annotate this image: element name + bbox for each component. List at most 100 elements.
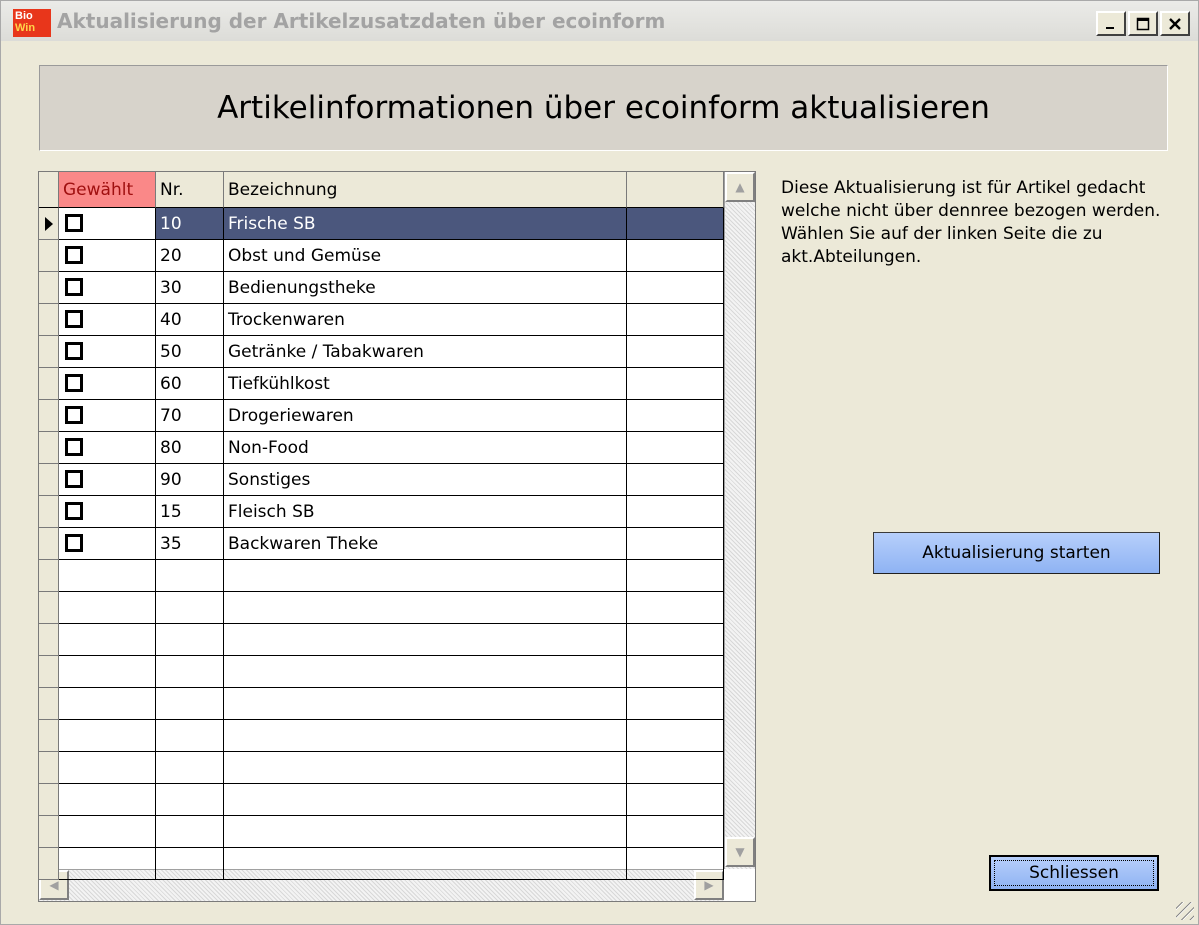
table-row[interactable]: 90 Sonstiges bbox=[59, 464, 724, 496]
cell-extra[interactable] bbox=[627, 848, 724, 880]
gewaehlt-checkbox[interactable] bbox=[65, 374, 83, 392]
cell-extra[interactable] bbox=[627, 368, 724, 400]
table-row[interactable]: 50 Getränke / Tabakwaren bbox=[59, 336, 724, 368]
cell-gewaehlt[interactable] bbox=[59, 560, 156, 592]
row-selector[interactable] bbox=[39, 432, 59, 464]
cell-bezeichnung[interactable]: Bedienungstheke bbox=[224, 272, 627, 304]
gewaehlt-checkbox[interactable] bbox=[65, 502, 83, 520]
empty-table-row[interactable] bbox=[59, 656, 724, 688]
department-grid[interactable]: Gewählt Nr. Bezeichnung ▲ ▼ ◀ ▶ 10 Frisch… bbox=[38, 171, 756, 902]
row-selector[interactable] bbox=[39, 304, 59, 336]
gewaehlt-checkbox[interactable] bbox=[65, 214, 83, 232]
cell-bezeichnung[interactable] bbox=[224, 848, 627, 880]
cell-bezeichnung[interactable] bbox=[224, 816, 627, 848]
cell-gewaehlt[interactable] bbox=[59, 240, 156, 272]
cell-gewaehlt[interactable] bbox=[59, 816, 156, 848]
gewaehlt-checkbox[interactable] bbox=[65, 310, 83, 328]
row-selector[interactable] bbox=[39, 688, 59, 720]
cell-gewaehlt[interactable] bbox=[59, 720, 156, 752]
cell-nr[interactable]: 15 bbox=[156, 496, 224, 528]
cell-nr[interactable]: 35 bbox=[156, 528, 224, 560]
cell-nr[interactable] bbox=[156, 560, 224, 592]
cell-nr[interactable] bbox=[156, 784, 224, 816]
cell-extra[interactable] bbox=[627, 752, 724, 784]
cell-bezeichnung[interactable] bbox=[224, 784, 627, 816]
cell-bezeichnung[interactable] bbox=[224, 752, 627, 784]
cell-nr[interactable] bbox=[156, 752, 224, 784]
row-selector[interactable] bbox=[39, 240, 59, 272]
empty-table-row[interactable] bbox=[59, 624, 724, 656]
cell-bezeichnung[interactable] bbox=[224, 688, 627, 720]
gewaehlt-checkbox[interactable] bbox=[65, 278, 83, 296]
cell-bezeichnung[interactable]: Backwaren Theke bbox=[224, 528, 627, 560]
gewaehlt-checkbox[interactable] bbox=[65, 342, 83, 360]
table-row[interactable]: 60 Tiefkühlkost bbox=[59, 368, 724, 400]
cell-gewaehlt[interactable] bbox=[59, 304, 156, 336]
row-selector[interactable] bbox=[39, 400, 59, 432]
cell-bezeichnung[interactable]: Getränke / Tabakwaren bbox=[224, 336, 627, 368]
cell-nr[interactable] bbox=[156, 816, 224, 848]
cell-nr[interactable]: 10 bbox=[156, 208, 224, 240]
cell-gewaehlt[interactable] bbox=[59, 752, 156, 784]
cell-nr[interactable]: 30 bbox=[156, 272, 224, 304]
row-selector[interactable] bbox=[39, 816, 59, 848]
cell-bezeichnung[interactable]: Fleisch SB bbox=[224, 496, 627, 528]
scroll-up-button[interactable]: ▲ bbox=[725, 172, 755, 202]
cell-gewaehlt[interactable] bbox=[59, 432, 156, 464]
cell-extra[interactable] bbox=[627, 688, 724, 720]
cell-bezeichnung[interactable]: Tiefkühlkost bbox=[224, 368, 627, 400]
cell-nr[interactable]: 50 bbox=[156, 336, 224, 368]
minimize-button[interactable] bbox=[1096, 11, 1126, 36]
cell-gewaehlt[interactable] bbox=[59, 464, 156, 496]
table-row[interactable]: 70 Drogeriewaren bbox=[59, 400, 724, 432]
empty-table-row[interactable] bbox=[59, 592, 724, 624]
column-header-nr[interactable]: Nr. bbox=[156, 172, 224, 208]
cell-bezeichnung[interactable]: Sonstiges bbox=[224, 464, 627, 496]
gewaehlt-checkbox[interactable] bbox=[65, 246, 83, 264]
empty-table-row[interactable] bbox=[59, 720, 724, 752]
cell-extra[interactable] bbox=[627, 272, 724, 304]
table-row[interactable]: 30 Bedienungstheke bbox=[59, 272, 724, 304]
cell-extra[interactable] bbox=[627, 400, 724, 432]
scroll-down-button[interactable]: ▼ bbox=[725, 837, 755, 867]
cell-bezeichnung[interactable]: Frische SB bbox=[224, 208, 627, 240]
resize-grip-icon[interactable] bbox=[1176, 902, 1194, 920]
row-selector[interactable] bbox=[39, 752, 59, 784]
cell-nr[interactable]: 60 bbox=[156, 368, 224, 400]
cell-extra[interactable] bbox=[627, 560, 724, 592]
cell-bezeichnung[interactable] bbox=[224, 720, 627, 752]
empty-table-row[interactable] bbox=[59, 784, 724, 816]
cell-gewaehlt[interactable] bbox=[59, 592, 156, 624]
cell-gewaehlt[interactable] bbox=[59, 400, 156, 432]
cell-bezeichnung[interactable] bbox=[224, 624, 627, 656]
cell-bezeichnung[interactable] bbox=[224, 592, 627, 624]
column-header-gewaehlt[interactable]: Gewählt bbox=[59, 172, 156, 208]
row-selector[interactable] bbox=[39, 624, 59, 656]
cell-gewaehlt[interactable] bbox=[59, 336, 156, 368]
cell-gewaehlt[interactable] bbox=[59, 368, 156, 400]
gewaehlt-checkbox[interactable] bbox=[65, 534, 83, 552]
column-header-empty[interactable] bbox=[627, 172, 724, 208]
cell-gewaehlt[interactable] bbox=[59, 848, 156, 880]
cell-extra[interactable] bbox=[627, 528, 724, 560]
cell-gewaehlt[interactable] bbox=[59, 528, 156, 560]
cell-extra[interactable] bbox=[627, 304, 724, 336]
cell-gewaehlt[interactable] bbox=[59, 656, 156, 688]
row-selector[interactable] bbox=[39, 272, 59, 304]
cell-bezeichnung[interactable] bbox=[224, 656, 627, 688]
cell-gewaehlt[interactable] bbox=[59, 688, 156, 720]
empty-table-row[interactable] bbox=[59, 688, 724, 720]
row-selector[interactable] bbox=[39, 368, 59, 400]
table-row[interactable]: 35 Backwaren Theke bbox=[59, 528, 724, 560]
cell-nr[interactable] bbox=[156, 720, 224, 752]
cell-gewaehlt[interactable] bbox=[59, 784, 156, 816]
cell-nr[interactable] bbox=[156, 624, 224, 656]
close-window-button[interactable]: Schliessen bbox=[989, 855, 1159, 891]
cell-extra[interactable] bbox=[627, 784, 724, 816]
cell-bezeichnung[interactable]: Obst und Gemüse bbox=[224, 240, 627, 272]
empty-table-row[interactable] bbox=[59, 560, 724, 592]
cell-extra[interactable] bbox=[627, 336, 724, 368]
row-selector[interactable] bbox=[39, 720, 59, 752]
cell-nr[interactable]: 80 bbox=[156, 432, 224, 464]
cell-extra[interactable] bbox=[627, 464, 724, 496]
